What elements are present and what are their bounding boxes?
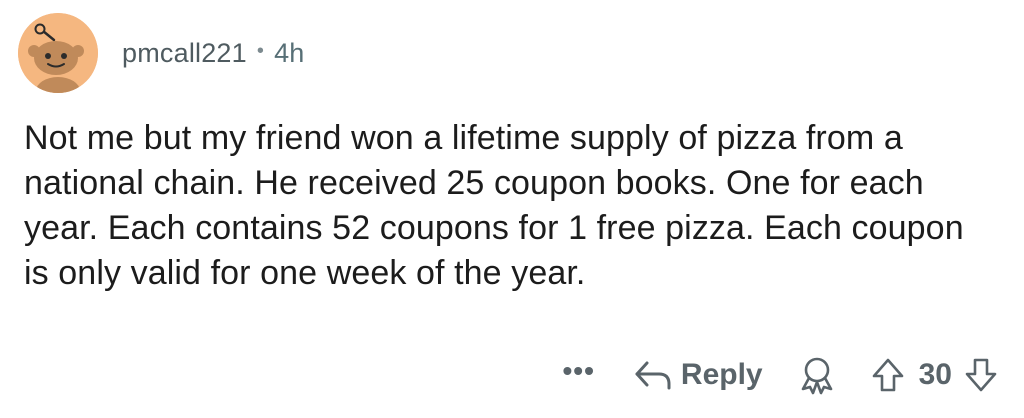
snoo-avatar-icon (18, 13, 98, 93)
username[interactable]: pmcall221 (122, 38, 247, 69)
downvote-button[interactable] (964, 357, 998, 393)
award-icon (801, 357, 832, 395)
comment: pmcall221 • 4h Not me but my friend won … (0, 0, 1024, 418)
upvote-icon (872, 358, 903, 392)
downvote-icon (965, 358, 997, 392)
timestamp[interactable]: 4h (274, 38, 304, 69)
reply-button[interactable]: Reply (633, 358, 763, 392)
comment-body: Not me but my friend won a lifetime supp… (24, 116, 984, 296)
comment-meta: pmcall221 • 4h (122, 38, 305, 69)
reply-arrow-icon (635, 361, 671, 390)
upvote-button[interactable] (871, 357, 905, 393)
meta-separator: • (256, 39, 265, 62)
comment-actions: ••• Reply 30 (563, 350, 999, 400)
reply-label: Reply (680, 358, 763, 391)
vote-score: 30 (918, 358, 952, 391)
more-options-button[interactable]: ••• (563, 355, 595, 387)
comment-text: Not me but my friend won a lifetime supp… (24, 119, 964, 292)
avatar[interactable] (18, 13, 98, 93)
comment-header: pmcall221 • 4h (18, 12, 305, 94)
award-button[interactable] (797, 355, 837, 395)
vote-controls: 30 (871, 357, 998, 393)
